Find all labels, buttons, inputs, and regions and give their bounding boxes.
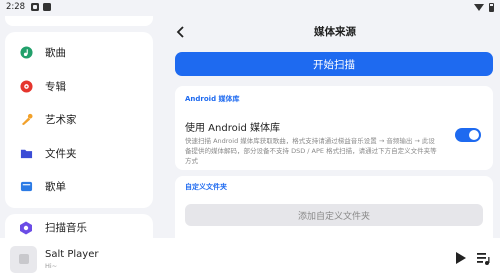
custom-folder-card: 自定义文件夹 添加自定义文件夹	[175, 176, 493, 238]
song-icon	[19, 46, 33, 60]
sidebar-item-playlists[interactable]: 歌单	[5, 170, 153, 204]
header: 媒体来源	[160, 16, 500, 46]
add-custom-folder-button[interactable]: 添加自定义文件夹	[185, 204, 483, 226]
sidebar-menu: 歌曲 专辑 艺术家 文件夹 歌单	[5, 32, 153, 208]
notification-icon	[31, 3, 40, 11]
sidebar-item-label: 扫描音乐	[45, 222, 87, 234]
album-cover[interactable]	[10, 245, 37, 273]
track-title: Salt Player	[45, 248, 99, 260]
track-subtitle: Hi~	[45, 261, 58, 270]
sidebar-item-albums[interactable]: 专辑	[5, 70, 153, 104]
music-note-icon	[18, 254, 29, 264]
page-title: 媒体来源	[314, 25, 356, 38]
sidebar-item-label: 歌单	[45, 181, 66, 194]
android-media-library-card: Android 媒体库 使用 Android 媒体库 快速扫描 Android …	[175, 86, 493, 170]
status-bar: 2:28	[0, 0, 500, 14]
start-scan-button[interactable]: 开始扫描	[175, 52, 493, 76]
album-icon	[19, 79, 33, 93]
sidebar-item-label: 歌曲	[45, 47, 66, 60]
status-time: 2:28	[6, 2, 26, 12]
play-icon[interactable]	[456, 252, 466, 264]
wifi-icon	[474, 3, 484, 11]
artist-icon	[19, 113, 33, 127]
app-notification-icon	[43, 3, 52, 11]
sidebar-item-artists[interactable]: 艺术家	[5, 103, 153, 137]
playlist-icon	[19, 180, 33, 194]
sidebar-item-songs[interactable]: 歌曲	[5, 36, 153, 70]
folder-icon	[19, 146, 33, 160]
sidebar-item-folders[interactable]: 文件夹	[5, 137, 153, 171]
track-info[interactable]: Salt Player Hi~	[45, 249, 98, 270]
sidebar: 歌曲 专辑 艺术家 文件夹 歌单 扫描音乐	[5, 16, 153, 242]
back-arrow-icon[interactable]	[174, 24, 188, 38]
sidebar-item-label: 艺术家	[45, 114, 77, 127]
option-title: 使用 Android 媒体库	[185, 123, 281, 134]
sidebar-item-label: 专辑	[45, 80, 66, 93]
option-description: 快速扫描 Android 媒体库获取歌曲，格式支持请通过梯益音乐设置 → 音频输…	[185, 137, 437, 165]
android-media-library-toggle[interactable]	[455, 128, 481, 142]
sidebar-item-label: 文件夹	[45, 147, 77, 160]
queue-list-icon[interactable]	[477, 251, 490, 265]
battery-icon	[489, 2, 494, 12]
scan-music-icon	[19, 221, 33, 235]
sidebar-top-card	[5, 16, 153, 26]
section-label: 自定义文件夹	[185, 183, 227, 191]
media-source-panel: 媒体来源 开始扫描 Android 媒体库 使用 Android 媒体库 快速扫…	[160, 16, 500, 238]
section-label: Android 媒体库	[185, 95, 240, 103]
toggle-knob	[469, 130, 479, 140]
mini-player[interactable]: Salt Player Hi~	[0, 238, 500, 280]
